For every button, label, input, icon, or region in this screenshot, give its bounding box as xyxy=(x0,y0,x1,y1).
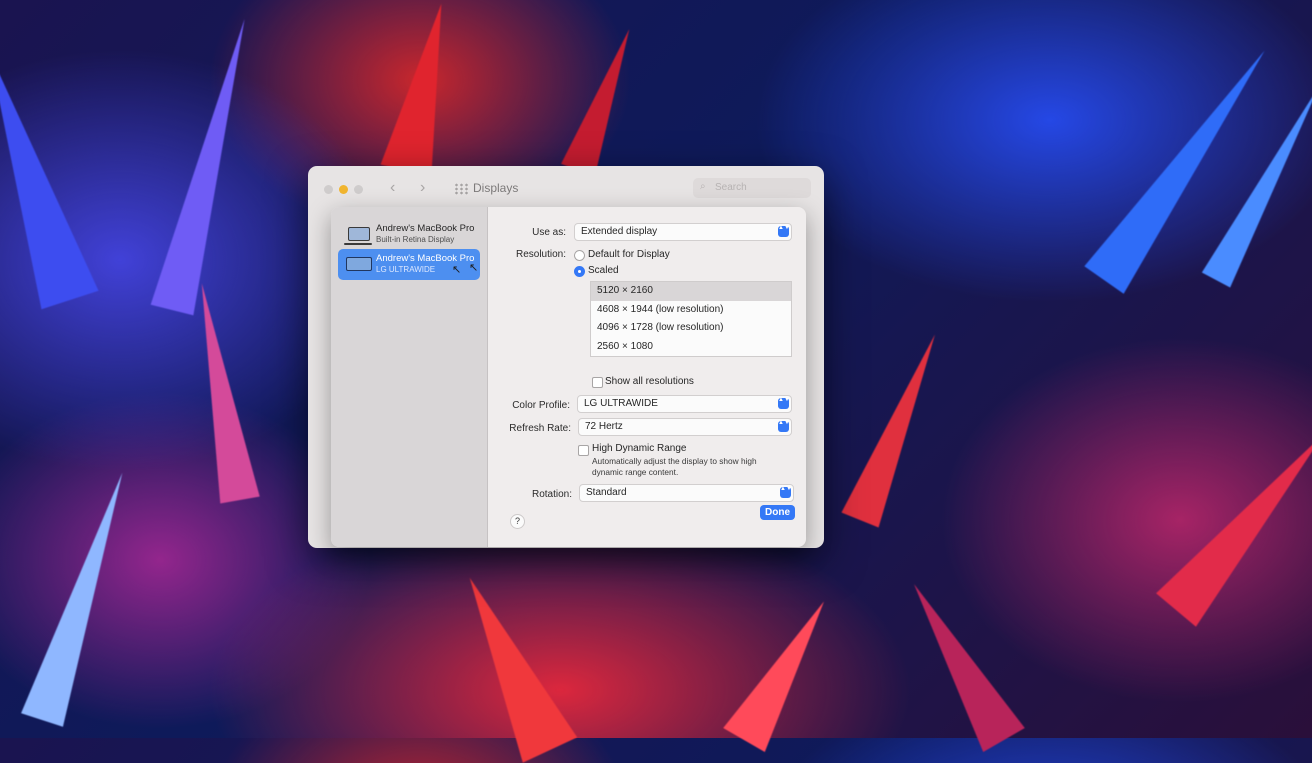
display-name: Andrew's MacBook Pro xyxy=(376,223,475,234)
resolution-list: 5120 × 2160 4608 × 1944 (low resolution)… xyxy=(590,281,792,357)
display-item-lg-ultrawide[interactable]: Andrew's MacBook Pro LG ULTRAWIDE ↖ ↖ xyxy=(338,249,480,280)
chevron-updown-icon: ▲▼ xyxy=(778,397,790,409)
forward-icon[interactable]: › xyxy=(420,179,425,197)
resolution-option[interactable]: 5120 × 2160 xyxy=(591,282,791,301)
resolution-option[interactable]: 2560 × 1080 xyxy=(591,338,791,357)
high-dynamic-range-label[interactable]: High Dynamic Range xyxy=(592,443,687,454)
chevron-updown-icon: ▲▼ xyxy=(780,486,792,498)
use-as-label: Use as: xyxy=(532,227,566,238)
rotation-label: Rotation: xyxy=(531,489,572,500)
display-item-built-in[interactable]: Andrew's MacBook Pro Built-in Retina Dis… xyxy=(338,219,480,250)
high-dynamic-range-checkbox[interactable] xyxy=(578,445,589,456)
rotation-popup[interactable]: Standard ▲▼ xyxy=(579,484,794,502)
help-button[interactable]: ? xyxy=(510,514,525,529)
display-settings-panel: Use as: Extended display ▲▼ Resolution: … xyxy=(488,207,806,547)
done-button[interactable]: Done xyxy=(760,505,795,520)
show-all-resolutions-checkbox[interactable] xyxy=(592,377,603,388)
show-all-grid-icon[interactable] xyxy=(454,183,468,195)
show-all-resolutions-label[interactable]: Show all resolutions xyxy=(605,376,694,387)
use-as-value: Extended display xyxy=(581,226,658,237)
resolution-default-label[interactable]: Default for Display xyxy=(588,249,670,260)
color-profile-value: LG ULTRAWIDE xyxy=(584,398,658,409)
resolution-default-radio[interactable] xyxy=(574,250,585,261)
laptop-icon xyxy=(344,227,372,245)
search-icon: ⌕ xyxy=(700,181,706,192)
refresh-rate-popup[interactable]: 72 Hertz ▲▼ xyxy=(578,418,792,436)
refresh-rate-label: Refresh Rate: xyxy=(509,423,571,434)
color-profile-label: Color Profile: xyxy=(512,400,570,411)
back-icon[interactable]: ‹ xyxy=(390,179,395,197)
monitor-icon xyxy=(346,257,372,271)
resolution-scaled-label[interactable]: Scaled xyxy=(588,265,619,276)
search-input[interactable]: ⌕ Search xyxy=(693,178,811,198)
minimize-button[interactable] xyxy=(339,185,348,194)
color-profile-popup[interactable]: LG ULTRAWIDE ▲▼ xyxy=(577,395,792,413)
mouse-cursor-icon: ↖ xyxy=(469,262,479,274)
high-dynamic-range-description: Automatically adjust the display to show… xyxy=(592,456,757,477)
resolution-option[interactable]: 4096 × 1728 (low resolution) xyxy=(591,319,791,338)
refresh-rate-value: 72 Hertz xyxy=(585,421,623,432)
chevron-updown-icon: ▲▼ xyxy=(778,420,790,432)
resolution-option[interactable]: 4608 × 1944 (low resolution) xyxy=(591,301,791,320)
rotation-value: Standard xyxy=(586,487,627,498)
chevron-updown-icon: ▲▼ xyxy=(778,225,790,237)
zoom-button[interactable] xyxy=(354,185,363,194)
resolution-label: Resolution: xyxy=(515,249,566,260)
display-settings-sheet: Andrew's MacBook Pro Built-in Retina Dis… xyxy=(331,207,806,547)
search-placeholder: Search xyxy=(715,182,747,193)
display-subtitle: LG ULTRAWIDE xyxy=(376,265,436,274)
close-button[interactable] xyxy=(324,185,333,194)
mouse-cursor-icon: ↖ xyxy=(452,264,462,276)
window-titlebar: ‹ › Displays ⌕ Search xyxy=(308,166,824,210)
display-subtitle: Built-in Retina Display xyxy=(376,235,455,244)
window-title: Displays xyxy=(473,181,519,195)
use-as-popup[interactable]: Extended display ▲▼ xyxy=(574,223,792,241)
display-list-sidebar: Andrew's MacBook Pro Built-in Retina Dis… xyxy=(331,207,488,547)
resolution-scaled-radio[interactable] xyxy=(574,266,585,277)
